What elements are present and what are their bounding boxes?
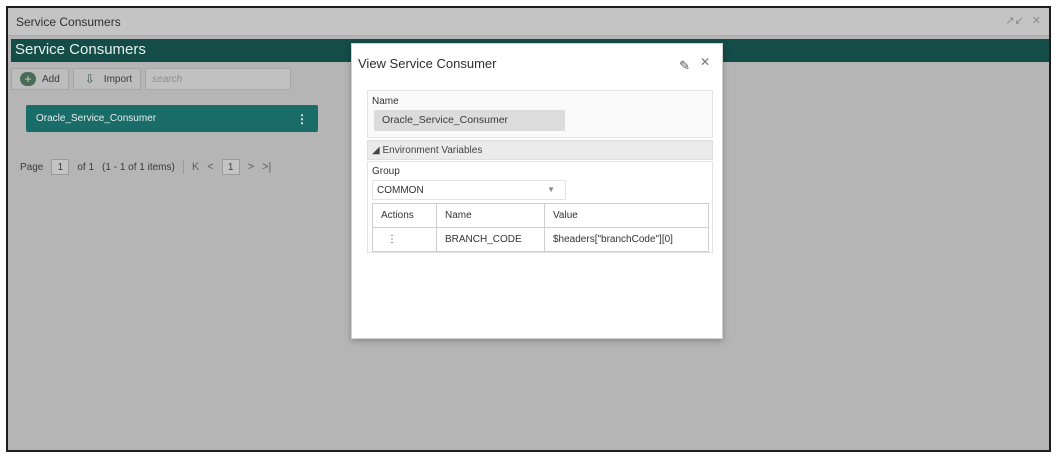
group-select[interactable]: COMMON ▼ bbox=[372, 180, 566, 200]
consumer-name: Oracle_Service_Consumer bbox=[36, 113, 157, 124]
environment-variables-panel: Group COMMON ▼ Actions Name Value ⋮ BRAN… bbox=[367, 161, 713, 253]
page-label: Page bbox=[20, 161, 44, 173]
row-value-cell: $headers["branchCode"][0] bbox=[544, 227, 709, 252]
close-icon[interactable]: ✕ bbox=[1032, 14, 1041, 27]
add-button[interactable]: + Add bbox=[11, 68, 69, 90]
consumer-card[interactable]: Oracle_Service_Consumer ⋮ bbox=[26, 105, 318, 132]
import-label: Import bbox=[103, 73, 133, 85]
toolbar: + Add ⇩ Import bbox=[11, 67, 350, 91]
table-header-row: Actions Name Value bbox=[372, 203, 709, 228]
view-service-consumer-dialog: View Service Consumer ✎ ✕ Name Oracle_Se… bbox=[351, 43, 723, 339]
search-input[interactable] bbox=[145, 68, 292, 90]
dialog-title: View Service Consumer bbox=[358, 56, 497, 71]
page-input[interactable]: 1 bbox=[51, 159, 70, 175]
next-page-icon[interactable]: > bbox=[248, 161, 254, 173]
dialog-close-icon[interactable]: ✕ bbox=[700, 55, 710, 69]
edit-icon[interactable]: ✎ bbox=[679, 58, 690, 74]
kebab-menu-icon[interactable]: ⋮ bbox=[296, 112, 308, 126]
maximize-icon[interactable]: ↗↙ bbox=[1005, 14, 1023, 27]
group-select-value: COMMON bbox=[377, 185, 424, 196]
pager-divider bbox=[182, 160, 184, 174]
pagination: Page 1 of 1 (1 - 1 of 1 items) K < 1 > >… bbox=[20, 159, 271, 175]
group-label: Group bbox=[372, 166, 400, 177]
environment-variables-header[interactable]: ◢ Environment Variables bbox=[367, 140, 713, 160]
window-title: Service Consumers bbox=[16, 15, 121, 29]
environment-variables-table: Actions Name Value ⋮ BRANCH_CODE $header… bbox=[372, 203, 709, 252]
window-controls: ↗↙ ✕ bbox=[1005, 14, 1041, 27]
table-row: ⋮ BRANCH_CODE $headers["branchCode"][0] bbox=[372, 227, 709, 252]
chevron-down-icon: ▼ bbox=[547, 185, 555, 194]
row-name-cell: BRANCH_CODE bbox=[436, 227, 545, 252]
name-field-group: Name Oracle_Service_Consumer bbox=[367, 90, 713, 138]
first-page-icon[interactable]: K bbox=[192, 161, 199, 173]
import-icon: ⇩ bbox=[84, 72, 95, 86]
current-page-button[interactable]: 1 bbox=[221, 159, 240, 175]
app-window: Service Consumers ↗↙ ✕ Service Consumers… bbox=[6, 6, 1051, 452]
name-value-field: Oracle_Service_Consumer bbox=[374, 110, 565, 131]
name-label: Name bbox=[372, 96, 399, 107]
add-label: Add bbox=[42, 73, 60, 85]
page-of-text: of 1 bbox=[77, 161, 95, 173]
page-title: Service Consumers bbox=[15, 41, 146, 58]
window-titlebar: Service Consumers ↗↙ ✕ bbox=[8, 8, 1049, 36]
column-header-value: Value bbox=[544, 203, 709, 228]
plus-icon: + bbox=[20, 72, 36, 86]
last-page-icon[interactable]: >| bbox=[262, 161, 271, 173]
column-header-name: Name bbox=[436, 203, 545, 228]
items-count-text: (1 - 1 of 1 items) bbox=[102, 161, 175, 173]
column-header-actions: Actions bbox=[372, 203, 437, 228]
import-button[interactable]: ⇩ Import bbox=[72, 68, 142, 90]
prev-page-icon[interactable]: < bbox=[207, 161, 213, 173]
row-actions-icon[interactable]: ⋮ bbox=[372, 227, 437, 252]
